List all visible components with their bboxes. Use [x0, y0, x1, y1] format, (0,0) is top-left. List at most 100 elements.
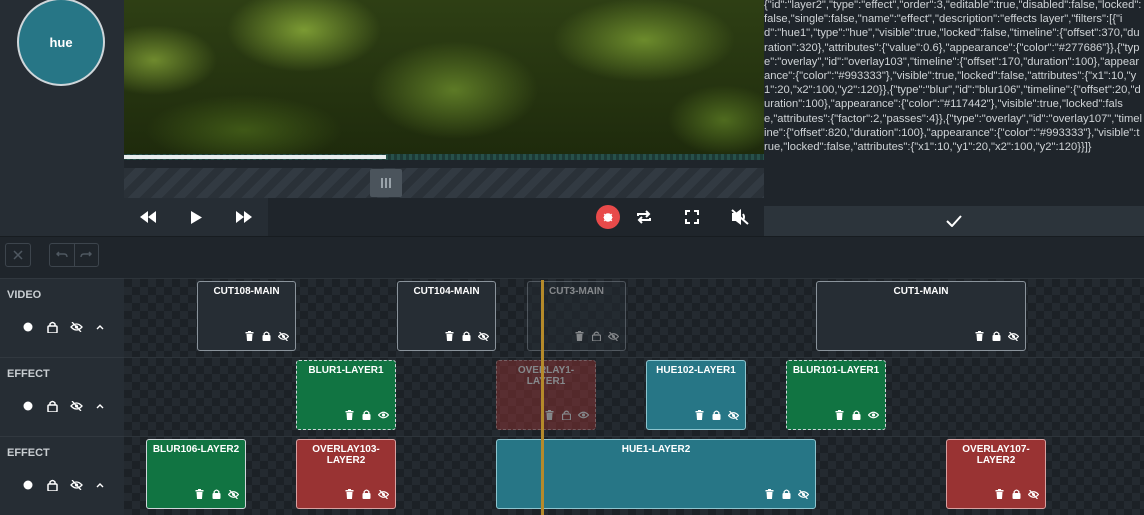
clip-blur101[interactable]: BLUR101-LAYER1: [786, 360, 886, 430]
timeline-scroll-handle[interactable]: [370, 169, 402, 197]
track-title: EFFECT: [7, 447, 50, 459]
eye-off-icon[interactable]: [1007, 330, 1019, 342]
clip-hue102[interactable]: HUE102-LAYER1: [646, 360, 746, 430]
timeline-scroll-track[interactable]: [124, 168, 764, 198]
eye-off-icon[interactable]: [477, 330, 489, 342]
visibility-dot-icon[interactable]: [20, 398, 36, 414]
clip-cut108[interactable]: CUT108-MAIN: [197, 281, 296, 351]
eye-icon[interactable]: [577, 409, 589, 421]
trash-icon[interactable]: [243, 330, 255, 342]
lock-icon[interactable]: [44, 319, 60, 335]
check-icon: [946, 215, 962, 227]
clip-overlay103[interactable]: OVERLAY103-LAYER2: [296, 439, 396, 509]
lock-icon[interactable]: [44, 477, 60, 493]
lock-icon[interactable]: [210, 488, 222, 500]
undo-button[interactable]: [50, 244, 74, 266]
eye-off-icon[interactable]: [68, 319, 84, 335]
clip-title: CUT108-MAIN: [213, 286, 280, 297]
trash-icon[interactable]: [443, 330, 455, 342]
eye-icon[interactable]: [867, 409, 879, 421]
clip-overlay107[interactable]: OVERLAY107-LAYER2: [946, 439, 1046, 509]
eye-off-icon[interactable]: [277, 330, 289, 342]
lock-icon[interactable]: [1010, 488, 1022, 500]
trash-icon[interactable]: [343, 409, 355, 421]
eye-off-icon[interactable]: [1027, 488, 1039, 500]
clip-cut1[interactable]: CUT1-MAIN: [816, 281, 1026, 351]
trash-icon[interactable]: [973, 330, 985, 342]
playhead[interactable]: [541, 280, 544, 515]
trash-icon[interactable]: [833, 409, 845, 421]
clip-actions: [343, 488, 389, 500]
json-editor-text[interactable]: {"id":"layer2","type":"effect","order":3…: [764, 0, 1142, 154]
lock-icon[interactable]: [460, 330, 472, 342]
lock-icon[interactable]: [710, 409, 722, 421]
eye-off-icon[interactable]: [227, 488, 239, 500]
play-button[interactable]: [172, 198, 220, 236]
trash-icon[interactable]: [343, 488, 355, 500]
lock-icon[interactable]: [44, 398, 60, 414]
chevron-up-icon[interactable]: [92, 477, 108, 493]
eye-off-icon[interactable]: [377, 488, 389, 500]
clip-title: OVERLAY1-LAYER1: [517, 365, 575, 387]
track-lane-effect-1[interactable]: [124, 357, 1144, 436]
clip-actions: [993, 488, 1039, 500]
trash-icon[interactable]: [763, 488, 775, 500]
lock-icon[interactable]: [780, 488, 792, 500]
chevron-up-icon[interactable]: [92, 398, 108, 414]
track-header-video: VIDEO: [0, 278, 124, 357]
unlock-icon[interactable]: [590, 330, 602, 342]
clip-overlay1[interactable]: OVERLAY1-LAYER1: [496, 360, 596, 430]
clip-actions: [343, 409, 389, 421]
confirm-button[interactable]: [764, 206, 1144, 236]
track-title: VIDEO: [7, 289, 42, 301]
trash-icon[interactable]: [193, 488, 205, 500]
visibility-dot-icon[interactable]: [20, 477, 36, 493]
fast-forward-button[interactable]: [220, 198, 268, 236]
clip-title: CUT104-MAIN: [413, 286, 480, 297]
clip-title: HUE102-LAYER1: [656, 365, 736, 376]
eye-off-icon[interactable]: [68, 477, 84, 493]
clip-blur1[interactable]: BLUR1-LAYER1: [296, 360, 396, 430]
redo-button[interactable]: [73, 244, 99, 266]
clip-title: HUE1-LAYER2: [621, 444, 691, 455]
trash-icon[interactable]: [693, 409, 705, 421]
trash-icon[interactable]: [543, 409, 555, 421]
trash-icon[interactable]: [573, 330, 585, 342]
clip-blur106[interactable]: BLUR106-LAYER2: [146, 439, 246, 509]
fullscreen-button[interactable]: [668, 198, 716, 236]
editor-root: hue {"id":"layer2","type":"effect","orde…: [0, 0, 1144, 515]
lock-icon[interactable]: [360, 409, 372, 421]
delete-button[interactable]: [5, 243, 31, 267]
clip-hue1[interactable]: HUE1-LAYER2: [496, 439, 816, 509]
clip-actions: [443, 330, 489, 342]
lock-icon[interactable]: [850, 409, 862, 421]
clip-title: OVERLAY103-LAYER2: [312, 444, 380, 466]
loop-button[interactable]: [620, 198, 668, 236]
clip-actions: [573, 330, 619, 342]
clip-title: OVERLAY107-LAYER2: [962, 444, 1030, 466]
visibility-dot-icon[interactable]: [20, 319, 36, 335]
hue-filter-circle[interactable]: hue: [17, 0, 105, 86]
clip-title: BLUR101-LAYER1: [792, 365, 880, 376]
mute-button[interactable]: [716, 198, 764, 236]
eye-off-icon[interactable]: [68, 398, 84, 414]
track-header-effect-1: EFFECT: [0, 357, 124, 436]
unlock-icon[interactable]: [560, 409, 572, 421]
trash-icon[interactable]: [993, 488, 1005, 500]
eye-off-icon[interactable]: [727, 409, 739, 421]
chevron-up-icon[interactable]: [92, 319, 108, 335]
redo-icon: [80, 251, 93, 258]
eye-off-icon[interactable]: [607, 330, 619, 342]
eye-icon[interactable]: [377, 409, 389, 421]
rewind-button[interactable]: [124, 198, 172, 236]
video-preview[interactable]: [124, 0, 764, 158]
rewind-icon: [140, 211, 156, 223]
clip-cut104[interactable]: CUT104-MAIN: [397, 281, 496, 351]
lock-icon[interactable]: [360, 488, 372, 500]
fast-forward-icon: [236, 211, 252, 223]
clip-title: BLUR1-LAYER1: [308, 365, 384, 376]
lock-icon[interactable]: [260, 330, 272, 342]
clip-actions: [763, 488, 809, 500]
eye-off-icon[interactable]: [797, 488, 809, 500]
lock-icon[interactable]: [990, 330, 1002, 342]
